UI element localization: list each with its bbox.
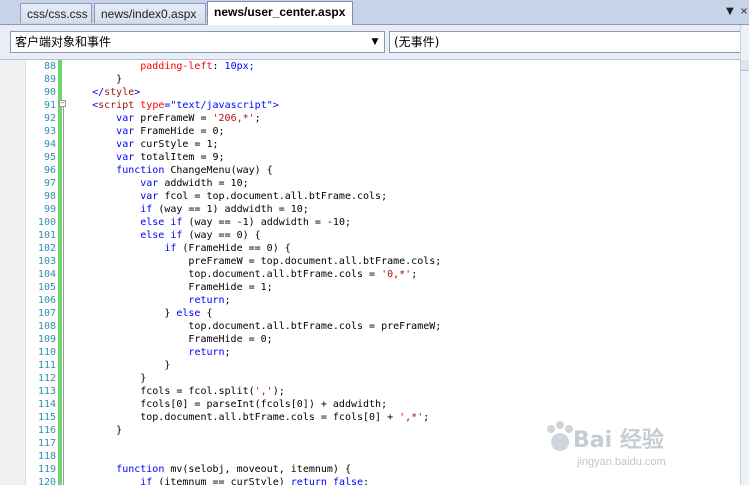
code-line[interactable]: padding-left: 10px;	[68, 60, 254, 73]
code-line[interactable]: function ChangeMenu(way) {	[68, 164, 273, 177]
code-line[interactable]: FrameHide = 1;	[68, 281, 272, 294]
code-line[interactable]: }	[68, 73, 122, 86]
code-line[interactable]: fcols = fcol.split(',');	[68, 385, 285, 398]
document-tab-strip: css/css.css news/index0.aspx news/user_c…	[0, 0, 749, 25]
code-line[interactable]: var FrameHide = 0;	[68, 125, 224, 138]
tab-list-dropdown-icon[interactable]: ▼	[724, 5, 736, 19]
line-number: 116	[37, 425, 56, 436]
line-number: 96	[43, 165, 56, 176]
line-number: 115	[37, 412, 56, 423]
code-line[interactable]: }	[68, 424, 122, 437]
line-number: 118	[37, 451, 56, 462]
line-number: 95	[43, 152, 56, 163]
collapse-region-icon[interactable]: −	[59, 100, 66, 107]
code-line[interactable]: <script type="text/javascript">	[68, 99, 279, 112]
navigation-bar: 客户端对象和事件 ▼ (无事件)	[0, 25, 749, 60]
line-number: 109	[37, 334, 56, 345]
line-number: 111	[37, 360, 56, 371]
line-number: 107	[37, 308, 56, 319]
line-number: 120	[37, 477, 56, 485]
code-line[interactable]: top.document.all.btFrame.cols = '0,*';	[68, 268, 417, 281]
line-number-margin: 88 89 90 91 92 93 94 95 96 97 98 99 100 101 102 103 104 1…	[25, 60, 58, 485]
line-number: 99	[43, 204, 56, 215]
line-number: 106	[37, 295, 56, 306]
code-line[interactable]: return;	[68, 346, 230, 359]
chevron-down-icon: ▼	[371, 37, 379, 47]
code-line[interactable]: var curStyle = 1;	[68, 138, 218, 151]
code-line[interactable]: if (FrameHide == 0) {	[68, 242, 290, 255]
code-line[interactable]: if (itemnum == curStyle) return false;	[68, 476, 369, 485]
line-number: 93	[43, 126, 56, 137]
line-number: 101	[37, 230, 56, 241]
watermark-logo-text: Bai 经验	[573, 428, 664, 453]
outline-guide	[63, 104, 64, 485]
line-number: 113	[37, 386, 56, 397]
line-number: 100	[37, 217, 56, 228]
code-line[interactable]: var fcol = top.document.all.btFrame.cols…	[68, 190, 387, 203]
line-number: 108	[37, 321, 56, 332]
editor-split-handle[interactable]	[741, 60, 749, 71]
code-line[interactable]: top.document.all.btFrame.cols = preFrame…	[68, 320, 441, 333]
line-number: 117	[37, 438, 56, 449]
code-line[interactable]: return;	[68, 294, 230, 307]
line-number: 119	[37, 464, 56, 475]
code-line[interactable]: var addwidth = 10;	[68, 177, 248, 190]
line-number: 112	[37, 373, 56, 384]
code-line[interactable]: var preFrameW = '206,*';	[68, 112, 261, 125]
line-number: 89	[43, 74, 56, 85]
line-number: 114	[37, 399, 56, 410]
line-number: 103	[37, 256, 56, 267]
code-line[interactable]: function mv(selobj, moveout, itemnum) {	[68, 463, 351, 476]
code-line[interactable]: </style>	[68, 86, 140, 99]
code-line[interactable]: fcols[0] = parseInt(fcols[0]) + addwidth…	[68, 398, 387, 411]
code-line[interactable]: preFrameW = top.document.all.btFrame.col…	[68, 255, 441, 268]
events-dropdown[interactable]: (无事件)	[389, 31, 749, 53]
baidu-paw-icon	[547, 421, 573, 451]
line-number: 104	[37, 269, 56, 280]
code-line[interactable]: var totalItem = 9;	[68, 151, 224, 164]
line-number: 105	[37, 282, 56, 293]
code-line[interactable]: }	[68, 372, 146, 385]
close-document-icon[interactable]: ×	[738, 5, 749, 19]
line-number: 91	[43, 100, 56, 111]
line-number: 92	[43, 113, 56, 124]
code-line[interactable]: if (way == 1) addwidth = 10;	[68, 203, 309, 216]
tab-news-index0[interactable]: news/index0.aspx	[94, 3, 206, 23]
vertical-scrollbar[interactable]	[740, 25, 749, 485]
line-number: 102	[37, 243, 56, 254]
code-line[interactable]: } else {	[68, 307, 212, 320]
line-number: 88	[43, 61, 56, 72]
code-line[interactable]: }	[68, 359, 170, 372]
line-number: 90	[43, 87, 56, 98]
events-dropdown-value: (无事件)	[394, 35, 440, 49]
line-number: 110	[37, 347, 56, 358]
tab-news-user-center[interactable]: news/user_center.aspx	[207, 1, 353, 25]
watermark-url: jingyan.baidu.com	[577, 456, 666, 468]
code-line[interactable]: top.document.all.btFrame.cols = fcols[0]…	[68, 411, 429, 424]
line-number: 98	[43, 191, 56, 202]
client-objects-dropdown[interactable]: 客户端对象和事件 ▼	[10, 31, 385, 53]
baidu-jingyan-watermark: Bai 经验 jingyan.baidu.com	[545, 418, 715, 480]
code-line[interactable]: else if (way == 0) {	[68, 229, 260, 242]
change-tracking-margin	[58, 60, 62, 485]
line-number: 94	[43, 139, 56, 150]
code-line[interactable]: FrameHide = 0;	[68, 333, 272, 346]
tab-css-css[interactable]: css/css.css	[20, 3, 92, 23]
code-line[interactable]: else if (way == -1) addwidth = -10;	[68, 216, 351, 229]
client-objects-dropdown-value: 客户端对象和事件	[15, 35, 112, 49]
breakpoint-margin[interactable]	[0, 60, 26, 485]
line-number: 97	[43, 178, 56, 189]
